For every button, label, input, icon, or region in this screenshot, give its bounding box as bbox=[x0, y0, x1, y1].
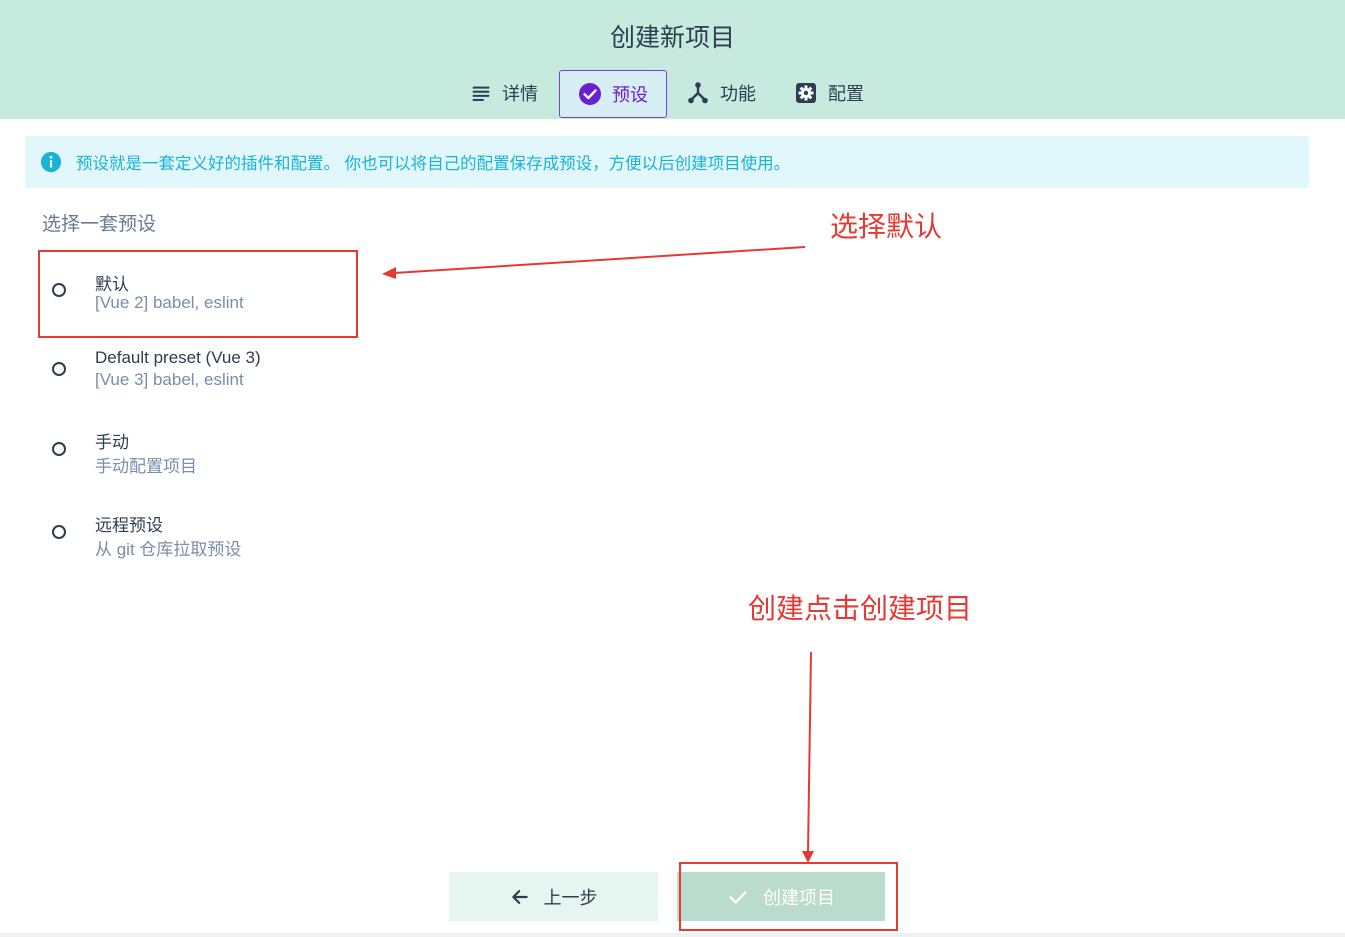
previous-button-label: 上一步 bbox=[543, 887, 598, 908]
annotation-click-create: 创建点击创建项目 bbox=[748, 593, 973, 624]
info-text: 预设就是一套定义好的插件和配置。 你也可以将自己的配置保存成预设，方便以后创建项… bbox=[76, 155, 791, 173]
preset-description: 从 git 仓库拉取预设 bbox=[95, 540, 242, 559]
radio-button[interactable] bbox=[52, 362, 66, 376]
fork-icon bbox=[688, 82, 708, 104]
annotation-select-default: 选择默认 bbox=[830, 211, 943, 242]
bottom-scroll-edge bbox=[0, 933, 1345, 937]
step-tabs: 详情 预设 功能 配置 bbox=[0, 70, 1345, 118]
preset-name: 远程预设 bbox=[95, 516, 163, 535]
preset-description: [Vue 3] babel, eslint bbox=[95, 370, 244, 389]
info-icon bbox=[40, 151, 62, 173]
preset-option-remote[interactable]: 远程预设 从 git 仓库拉取预设 bbox=[40, 501, 356, 585]
info-banner: 预设就是一套定义好的插件和配置。 你也可以将自己的配置保存成预设，方便以后创建项… bbox=[25, 136, 1309, 188]
radio-button[interactable] bbox=[52, 442, 66, 456]
previous-button[interactable]: 上一步 bbox=[449, 872, 658, 921]
preset-option-manual[interactable]: 手动 手动配置项目 bbox=[40, 418, 356, 502]
check-circle-icon bbox=[579, 83, 601, 105]
radio-button[interactable] bbox=[52, 525, 66, 539]
tab-label: 详情 bbox=[502, 84, 538, 104]
tab-presets[interactable]: 预设 bbox=[559, 70, 667, 118]
annotation-box-create bbox=[679, 862, 898, 931]
header: 创建新项目 详情 预设 功能 配置 bbox=[0, 0, 1345, 119]
tab-label: 预设 bbox=[612, 85, 648, 105]
preset-name: Default preset (Vue 3) bbox=[95, 348, 261, 367]
page-title: 创建新项目 bbox=[609, 24, 735, 52]
preset-description: 手动配置项目 bbox=[95, 457, 197, 476]
tab-features[interactable]: 功能 bbox=[686, 70, 756, 116]
gear-icon bbox=[796, 83, 816, 103]
arrow-to-default bbox=[393, 246, 806, 274]
preset-section-label: 选择一套预设 bbox=[42, 214, 157, 235]
arrow-left-icon bbox=[511, 889, 528, 904]
arrow-to-create bbox=[807, 651, 812, 853]
tab-details[interactable]: 详情 bbox=[470, 70, 538, 116]
list-icon bbox=[472, 86, 490, 101]
preset-name: 手动 bbox=[95, 433, 129, 452]
arrow-head-left bbox=[382, 267, 396, 279]
tab-label: 配置 bbox=[828, 84, 864, 104]
annotation-box-default bbox=[38, 250, 358, 338]
tab-config[interactable]: 配置 bbox=[794, 70, 864, 116]
tab-label: 功能 bbox=[720, 84, 756, 104]
preset-option-vue3[interactable]: Default preset (Vue 3) [Vue 3] babel, es… bbox=[40, 338, 356, 422]
